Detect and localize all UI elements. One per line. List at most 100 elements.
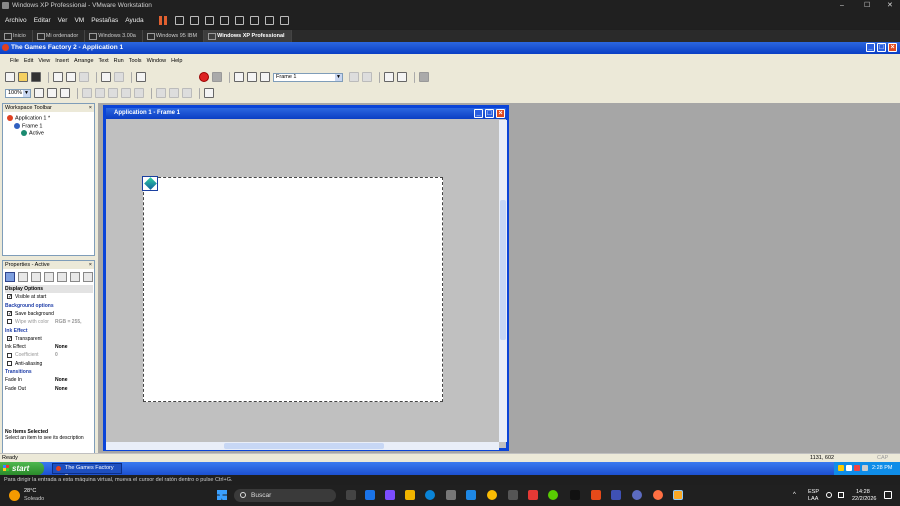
tray-volume-icon[interactable]: [862, 465, 868, 471]
layer-icon[interactable]: [60, 88, 70, 98]
scroll-thumb[interactable]: [500, 200, 506, 340]
close-button[interactable]: ✕: [887, 0, 893, 11]
chrome-icon[interactable]: [487, 490, 497, 500]
vm-tab[interactable]: Mi ordenador: [33, 30, 86, 42]
app-pinned-icon[interactable]: [385, 490, 395, 500]
tab-size-position-icon[interactable]: [18, 272, 28, 282]
app-pinned-icon[interactable]: [632, 490, 642, 500]
keyboard-layout[interactable]: LAA: [808, 496, 818, 502]
stop-icon[interactable]: [419, 72, 429, 82]
weather-temp[interactable]: 28°C: [24, 488, 36, 494]
pause-icon[interactable]: [158, 15, 167, 25]
frame-select[interactable]: Frame 1 ▼: [273, 72, 343, 82]
duolingo-icon[interactable]: [548, 490, 558, 500]
tab-about-icon[interactable]: [83, 272, 93, 282]
app-menu-item[interactable]: Edit: [24, 58, 33, 64]
vm-tab[interactable]: Windows 95 IBM: [143, 30, 205, 42]
bold-icon[interactable]: [95, 88, 105, 98]
app-menu-item[interactable]: Run: [114, 58, 124, 64]
property-row[interactable]: ✓ Save background: [5, 310, 93, 318]
app-menu-item[interactable]: Tools: [129, 58, 142, 64]
tray-alert-icon[interactable]: [854, 465, 860, 471]
snap-icon[interactable]: [47, 88, 57, 98]
wifi-icon[interactable]: [826, 492, 832, 498]
windows-start-icon[interactable]: [217, 490, 227, 500]
terminal-icon[interactable]: [264, 15, 274, 25]
checkbox[interactable]: ✓: [7, 335, 12, 341]
tree-item[interactable]: Frame 1: [14, 122, 42, 130]
vm-menu-item[interactable]: VM: [74, 17, 84, 24]
view-icon[interactable]: [249, 15, 259, 25]
new-file-icon[interactable]: [5, 72, 15, 82]
vmware-taskbar-icon[interactable]: [673, 490, 683, 500]
app-menu-item[interactable]: Arrange: [74, 58, 94, 64]
underline-icon[interactable]: [121, 88, 131, 98]
vertical-scrollbar[interactable]: [499, 120, 507, 442]
tray-shield-icon[interactable]: [838, 465, 844, 471]
zoom-select[interactable]: 100% ▼: [5, 88, 31, 98]
help-icon[interactable]: [136, 72, 146, 82]
zoom-select-icon[interactable]: [397, 72, 407, 82]
app-menu-item[interactable]: Insert: [55, 58, 69, 64]
app-pinned-icon[interactable]: [466, 490, 476, 500]
checkbox[interactable]: ✓: [7, 294, 12, 300]
file-explorer-icon[interactable]: [405, 490, 415, 500]
app-menu-item[interactable]: Text: [99, 58, 109, 64]
align-center-icon[interactable]: [169, 88, 179, 98]
property-row[interactable]: Anti-aliasing: [5, 360, 93, 368]
save-icon[interactable]: [31, 72, 41, 82]
resize-icon[interactable]: [204, 88, 214, 98]
taskbar-search[interactable]: Buscar: [234, 489, 336, 502]
tab-values-icon[interactable]: [57, 272, 67, 282]
notifications-icon[interactable]: [884, 491, 892, 499]
checkbox[interactable]: [7, 319, 12, 325]
app-menu-item[interactable]: Help: [171, 58, 182, 64]
edge-icon[interactable]: [425, 490, 435, 500]
checkbox[interactable]: [7, 360, 12, 366]
app-pinned-icon[interactable]: [591, 490, 601, 500]
app-maximize-button[interactable]: □: [877, 43, 886, 52]
previous-frame-icon[interactable]: [349, 72, 359, 82]
scroll-thumb[interactable]: [224, 443, 384, 449]
tab-display-icon[interactable]: [5, 272, 15, 282]
undo-icon[interactable]: [101, 72, 111, 82]
vm-menu-item[interactable]: Ayuda: [125, 17, 143, 24]
maximize-button[interactable]: ☐: [864, 0, 870, 11]
volume-icon[interactable]: [838, 492, 844, 498]
close-icon[interactable]: ×: [89, 261, 92, 269]
property-row[interactable]: Fade In None: [5, 376, 93, 384]
app-pinned-icon[interactable]: [653, 490, 663, 500]
vm-menu-item[interactable]: Archivo: [5, 17, 27, 24]
vm-menu-item[interactable]: Ver: [58, 17, 68, 24]
library-icon[interactable]: [234, 15, 244, 25]
zoom-fit-icon[interactable]: [384, 72, 394, 82]
redo-icon[interactable]: [114, 72, 124, 82]
weather-desc[interactable]: Soleado: [24, 496, 44, 502]
frame-canvas[interactable]: [143, 177, 443, 402]
cut-icon[interactable]: [53, 72, 63, 82]
app-menu-item[interactable]: View: [38, 58, 50, 64]
paste-icon[interactable]: [79, 72, 89, 82]
app-pinned-icon[interactable]: [365, 490, 375, 500]
copy-icon[interactable]: [66, 72, 76, 82]
stretch-icon[interactable]: [279, 15, 289, 25]
horizontal-scrollbar[interactable]: [106, 442, 499, 450]
fullscreen-icon[interactable]: [219, 15, 229, 25]
property-value[interactable]: None: [55, 343, 68, 351]
event-editor-icon[interactable]: [260, 72, 270, 82]
app-menu-item[interactable]: File: [10, 58, 19, 64]
tree-item[interactable]: Active: [21, 130, 44, 137]
property-row[interactable]: Wipe with color RGB = 255,: [5, 318, 93, 326]
tiktok-icon[interactable]: [570, 490, 580, 500]
vm-menu-item[interactable]: Editar: [34, 17, 51, 24]
property-row[interactable]: Ink Effect None: [5, 343, 93, 351]
checkbox[interactable]: [7, 352, 12, 358]
property-row[interactable]: Coefficient 0: [5, 351, 93, 359]
next-frame-icon[interactable]: [362, 72, 372, 82]
tab-movement-icon[interactable]: [31, 272, 41, 282]
vm-tab[interactable]: Windows 3.00a: [85, 30, 143, 42]
run-application-icon[interactable]: [199, 72, 209, 82]
tab-runtime-icon[interactable]: [44, 272, 54, 282]
console-icon[interactable]: [204, 15, 214, 25]
store-icon[interactable]: [446, 490, 456, 500]
